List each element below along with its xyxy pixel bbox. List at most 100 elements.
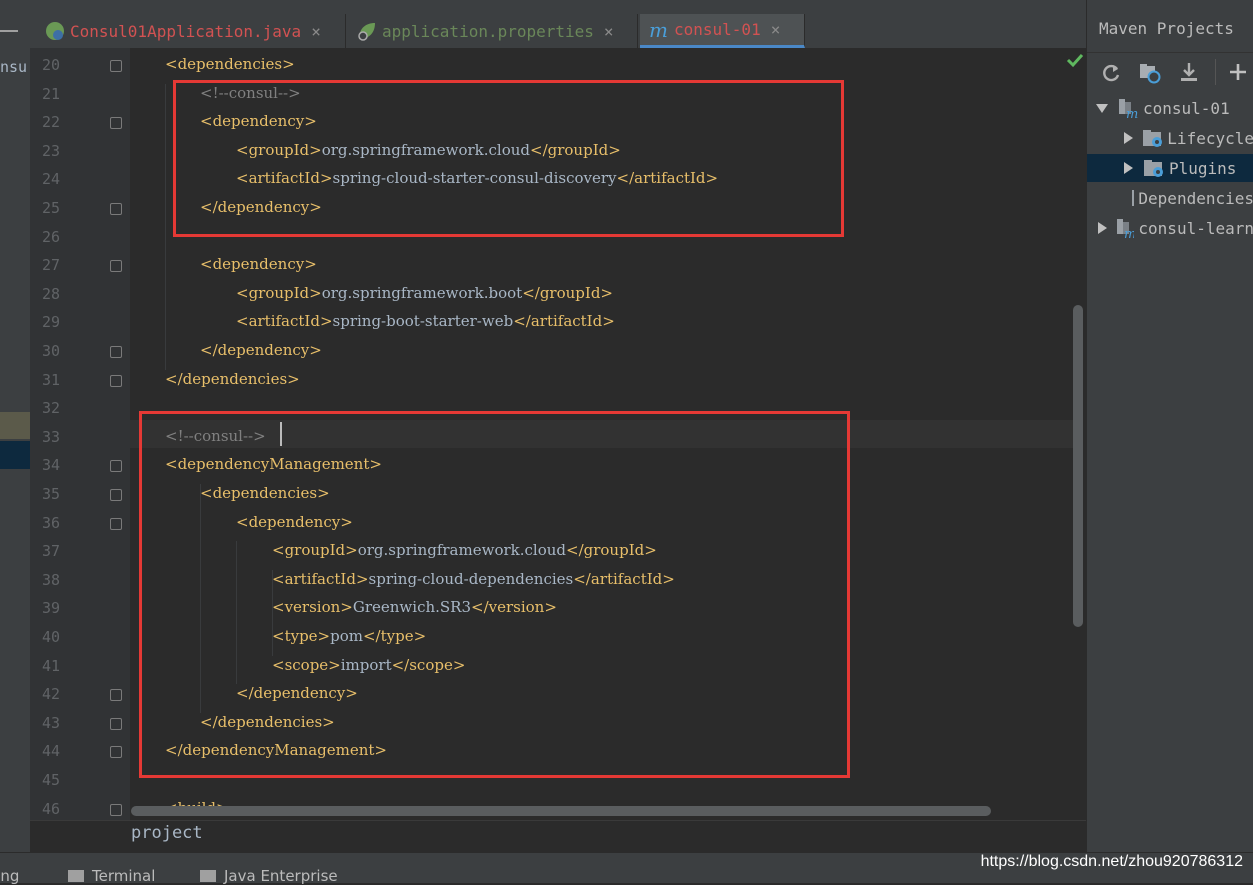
- maven-tree-label: consul-01: [1143, 98, 1230, 118]
- maven-panel-title: Maven Projects: [1099, 19, 1234, 38]
- code-line[interactable]: </dependency>: [200, 341, 322, 359]
- tab-consul01application-java[interactable]: Consul01Application.java ×: [36, 14, 346, 48]
- code-line[interactable]: <dependencies>: [165, 55, 295, 73]
- horizontal-scrollbar[interactable]: [131, 806, 991, 816]
- xml-tag: </dependencies>: [165, 369, 300, 388]
- refresh-icon[interactable]: [1101, 62, 1121, 82]
- maven-tree-item[interactable]: m consul-01: [1087, 94, 1253, 122]
- line-number: 28: [41, 284, 60, 303]
- breadcrumb-item[interactable]: project: [131, 823, 203, 843]
- close-icon[interactable]: ×: [604, 22, 614, 41]
- tool-window-button[interactable]: Terminal: [68, 867, 155, 885]
- xml-tag: </artifactId>: [513, 312, 615, 331]
- tool-window-label: Java Enterprise: [224, 867, 338, 885]
- tool-window-label: ring: [0, 867, 20, 885]
- maven-tree-item[interactable]: Dependencies: [1087, 184, 1253, 212]
- maven-projects-panel: Maven Projects m consul-01 Lifecycle Plugin…: [1086, 0, 1253, 852]
- line-number: 31: [41, 370, 60, 389]
- xml-tag: <dependency>: [200, 255, 317, 274]
- maven-tree-label: consul-learn: [1138, 218, 1253, 238]
- add-icon[interactable]: [1229, 63, 1247, 81]
- editor-tab-bar: Consul01Application.java × application.pro…: [30, 0, 1086, 49]
- close-icon[interactable]: ×: [311, 22, 321, 41]
- fold-marker-icon[interactable]: [110, 374, 122, 387]
- xml-text: org.springframework.boot: [321, 283, 523, 302]
- fold-marker-icon[interactable]: [110, 517, 122, 530]
- line-number: 42: [41, 685, 60, 704]
- fold-marker-icon[interactable]: [110, 489, 122, 501]
- fold-marker-icon[interactable]: [110, 689, 122, 702]
- tab-consul-01[interactable]: m consul-01 ×: [640, 14, 805, 48]
- maven-module-icon: m: [1117, 219, 1134, 239]
- download-icon[interactable]: [1179, 61, 1199, 83]
- toolbar-separator: [1215, 59, 1216, 85]
- bottom-tool-window-bar: ring Terminal Java Enterprise https://blog.…: [0, 852, 1253, 885]
- folder-gear-icon: [1144, 160, 1163, 177]
- tab-label: application.properties: [382, 21, 594, 41]
- maven-module-icon: m: [1119, 99, 1138, 119]
- collapsed-arrow-icon[interactable]: [1121, 191, 1123, 205]
- maven-tree-item[interactable]: m consul-learn: [1087, 214, 1253, 242]
- fold-marker-icon[interactable]: [110, 803, 122, 816]
- xml-tag: </groupId>: [522, 283, 613, 302]
- line-number: 39: [41, 599, 60, 618]
- maven-tree-item[interactable]: Lifecycle: [1087, 124, 1253, 152]
- line-number-gutter: 20 21 22 23 24 25 26 27 28 29 30 31 32 33 34 35 36 37 38 39…: [30, 48, 130, 820]
- fold-marker-icon[interactable]: [110, 460, 122, 473]
- tab-label: Consul01Application.java: [70, 21, 302, 41]
- collapsed-arrow-icon[interactable]: [1121, 161, 1135, 175]
- reimport-icon[interactable]: [1139, 62, 1161, 84]
- line-number: 26: [41, 227, 60, 246]
- fold-marker-icon[interactable]: [110, 717, 122, 730]
- tab-application-properties[interactable]: application.properties ×: [348, 14, 638, 48]
- line-number: 23: [41, 141, 60, 160]
- code-line[interactable]: <dependency>: [200, 255, 317, 273]
- project-tree-fragment: nsu: [0, 58, 28, 76]
- line-number: 33: [41, 427, 60, 446]
- tree-selection-marker-active: [0, 441, 30, 469]
- maven-tree-item[interactable]: Plugins: [1087, 154, 1253, 182]
- code-line[interactable]: </dependencies>: [165, 370, 300, 388]
- breadcrumb[interactable]: project: [30, 820, 1086, 853]
- fold-marker-icon[interactable]: [110, 117, 122, 130]
- line-number: 20: [41, 56, 60, 74]
- line-number: 46: [41, 799, 60, 818]
- project-tool-strip[interactable]: nsu: [0, 0, 31, 852]
- maven-tree-label: Dependencies: [1138, 188, 1253, 208]
- line-number: 41: [41, 656, 60, 675]
- highlight-box-dependency-management: [139, 411, 850, 778]
- xml-tag: <dependencies>: [165, 55, 295, 73]
- line-number: 44: [41, 742, 60, 761]
- inspection-ok-checkmark-icon: [1066, 53, 1084, 68]
- spring-boot-run-icon: [46, 22, 64, 40]
- line-number: 40: [41, 628, 60, 646]
- tool-window-label: Terminal: [92, 867, 156, 885]
- folder-gear-icon: [1143, 130, 1163, 147]
- line-number: 34: [41, 456, 60, 475]
- fold-marker-icon[interactable]: [110, 346, 122, 358]
- close-icon[interactable]: ×: [771, 20, 781, 39]
- line-number: 38: [41, 570, 60, 589]
- tab-label: consul-01: [674, 20, 761, 39]
- minimize-icon[interactable]: [0, 30, 18, 32]
- maven-m-icon: m: [649, 19, 668, 41]
- fold-marker-icon[interactable]: [110, 203, 122, 215]
- fold-marker-icon[interactable]: [110, 260, 122, 273]
- vertical-scrollbar[interactable]: [1073, 305, 1083, 627]
- maven-toolbar: [1087, 52, 1253, 93]
- line-number: 43: [41, 713, 60, 732]
- maven-tree-label: Plugins: [1169, 158, 1237, 178]
- collapsed-arrow-icon[interactable]: [1121, 131, 1134, 145]
- tool-window-button[interactable]: ring: [0, 867, 19, 885]
- svg-text:m: m: [1124, 227, 1134, 239]
- expanded-arrow-icon[interactable]: [1095, 101, 1109, 115]
- fold-marker-icon[interactable]: [110, 60, 122, 72]
- line-number: 32: [41, 399, 60, 418]
- tool-window-button[interactable]: Java Enterprise: [200, 867, 338, 885]
- collapsed-arrow-icon[interactable]: [1095, 221, 1107, 235]
- line-number: 35: [41, 485, 60, 503]
- code-line[interactable]: <groupId>org.springframework.boot</group…: [236, 284, 613, 302]
- code-line[interactable]: <artifactId>spring-boot-starter-web</art…: [236, 312, 615, 330]
- svg-text:m: m: [1126, 107, 1138, 119]
- fold-marker-icon[interactable]: [110, 746, 122, 759]
